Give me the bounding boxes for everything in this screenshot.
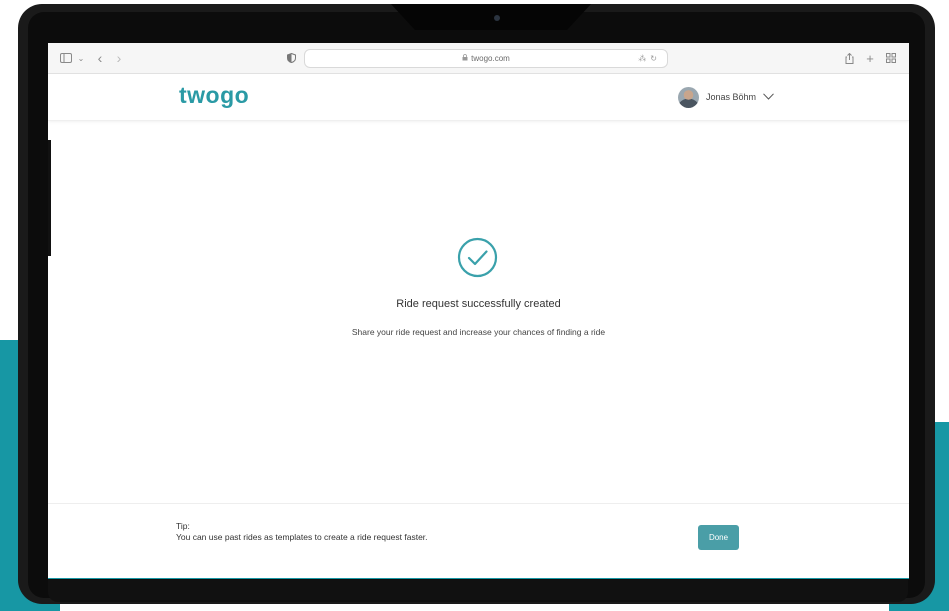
- share-icon[interactable]: [842, 43, 856, 73]
- translate-icon[interactable]: ⁂: [638, 54, 646, 63]
- lock-icon: [462, 54, 468, 63]
- user-name: Jonas Böhm: [706, 92, 757, 102]
- sidebar-icon[interactable]: [58, 43, 74, 73]
- camera-notch: [391, 4, 591, 30]
- twogo-logo[interactable]: twogo: [179, 82, 249, 109]
- done-button[interactable]: Done: [698, 525, 739, 550]
- success-subtitle: Share your ride request and increase you…: [351, 327, 606, 337]
- chevron-down-icon: [763, 92, 774, 102]
- reload-icon[interactable]: ↻: [650, 54, 657, 63]
- chevron-down-icon[interactable]: ⌄: [76, 43, 86, 73]
- screen-edge: [48, 140, 51, 256]
- laptop-bottom-bezel: [48, 580, 908, 602]
- chevron-left-icon[interactable]: ‹: [93, 43, 107, 73]
- logo-text: twogo: [179, 82, 250, 108]
- shield-icon[interactable]: [284, 43, 298, 73]
- user-menu[interactable]: Jonas Böhm: [678, 86, 774, 108]
- check-circle-icon: [457, 237, 498, 278]
- app-header: twogo Jonas Böhm: [48, 74, 909, 121]
- plus-icon[interactable]: +: [863, 43, 877, 73]
- camera-icon: [494, 15, 500, 21]
- browser-toolbar: ⌄ ‹ › twogo.com ⁂ ↻ +: [48, 43, 909, 74]
- footer-accent-line: [48, 578, 909, 579]
- address-bar[interactable]: twogo.com ⁂ ↻: [304, 49, 668, 68]
- tip-text: You can use past rides as templates to c…: [176, 532, 428, 542]
- success-title: Ride request successfully created: [396, 298, 561, 310]
- footer: Tip: You can use past rides as templates…: [48, 503, 909, 579]
- avatar: [678, 86, 699, 108]
- browser-window: ⌄ ‹ › twogo.com ⁂ ↻ + twogo Jonas Böhm R…: [48, 43, 909, 579]
- url-text: twogo.com: [471, 54, 510, 63]
- tab-grid-icon[interactable]: [884, 43, 898, 73]
- tip-label: Tip:: [176, 521, 190, 531]
- chevron-right-icon[interactable]: ›: [112, 43, 126, 73]
